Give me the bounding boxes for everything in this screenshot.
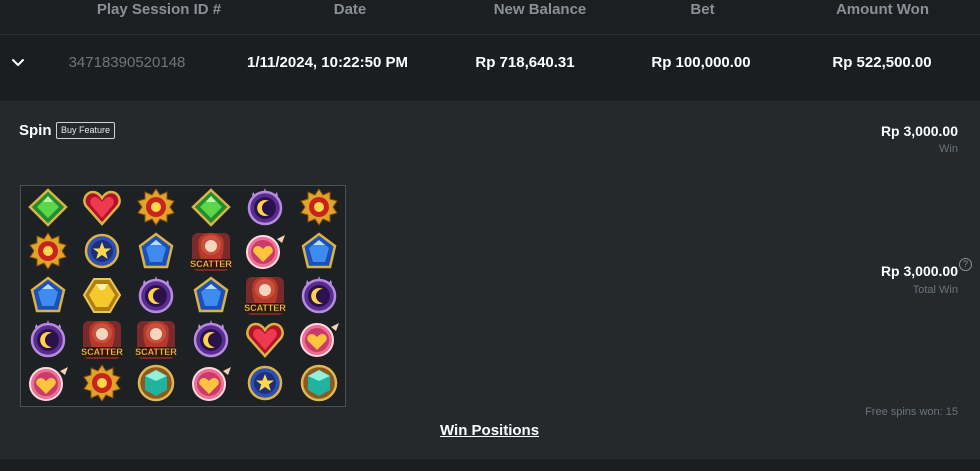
scatter-symbol-icon: SCATTER (75, 318, 129, 361)
heart-medallion-symbol-icon (184, 362, 238, 405)
amount-won-cell: Rp 522,500.00 (832, 54, 932, 71)
spin-win-label: Win (939, 143, 958, 155)
header-date: Date (333, 1, 367, 18)
moon-emblem-symbol-icon (129, 274, 183, 317)
green-gem-symbol-icon (21, 186, 75, 229)
sun-emblem-symbol-icon (75, 362, 129, 405)
reel-grid: SCATTER SCATTER SCATTER SCATTER (20, 185, 346, 407)
red-heart-gem-symbol-icon (75, 186, 129, 229)
help-icon[interactable]: ? (959, 258, 972, 271)
scatter-symbol-icon: SCATTER (184, 230, 238, 273)
scatter-symbol-icon: SCATTER (238, 274, 292, 317)
header-session-id: Play Session ID # (96, 1, 222, 18)
session-id-cell: 34718390520148 (68, 54, 186, 71)
free-spins-won: Free spins won: 15 (865, 406, 958, 418)
buy-feature-badge: Buy Feature (56, 122, 116, 139)
spin-win-amount: Rp 3,000.00 (880, 123, 958, 139)
heart-medallion-symbol-icon (292, 318, 346, 361)
yellow-gem-symbol-icon (75, 274, 129, 317)
sun-emblem-symbol-icon (129, 186, 183, 229)
green-gem-symbol-icon (184, 186, 238, 229)
header-amount-won: Amount Won (835, 1, 930, 18)
chevron-down-icon[interactable] (9, 54, 27, 72)
red-heart-gem-symbol-icon (238, 318, 292, 361)
spin-label: Spin (19, 122, 52, 139)
total-win-label: Total Win (912, 284, 958, 296)
teal-gem-symbol-icon (292, 362, 346, 405)
sun-emblem-symbol-icon (292, 186, 346, 229)
sun-emblem-symbol-icon (21, 230, 75, 273)
win-positions-link[interactable]: Win Positions (440, 422, 539, 439)
header-new-balance: New Balance (493, 1, 587, 18)
bet-cell: Rp 100,000.00 (651, 54, 751, 71)
blue-gem-symbol-icon (129, 230, 183, 273)
heart-medallion-symbol-icon (21, 362, 75, 405)
scatter-symbol-icon: SCATTER (129, 318, 183, 361)
blue-gem-symbol-icon (292, 230, 346, 273)
blue-gem-symbol-icon (184, 274, 238, 317)
moon-emblem-symbol-icon (292, 274, 346, 317)
date-cell: 1/11/2024, 10:22:50 PM (247, 54, 408, 71)
header-bet: Bet (690, 1, 715, 18)
blue-gem-symbol-icon (21, 274, 75, 317)
star-emblem-symbol-icon (75, 230, 129, 273)
table-header: Play Session ID # Date New Balance Bet A… (0, 0, 980, 35)
star-emblem-symbol-icon (238, 362, 292, 405)
svg-text:SCATTER: SCATTER (81, 347, 123, 357)
moon-emblem-symbol-icon (21, 318, 75, 361)
moon-emblem-symbol-icon (184, 318, 238, 361)
svg-text:SCATTER: SCATTER (244, 303, 286, 313)
moon-emblem-symbol-icon (238, 186, 292, 229)
new-balance-cell: Rp 718,640.31 (475, 54, 575, 71)
heart-medallion-symbol-icon (238, 230, 292, 273)
total-win-amount: Rp 3,000.00 (880, 263, 958, 279)
teal-gem-symbol-icon (129, 362, 183, 405)
svg-text:SCATTER: SCATTER (135, 347, 177, 357)
svg-text:SCATTER: SCATTER (190, 259, 232, 269)
panel-footer-strip (0, 459, 980, 471)
